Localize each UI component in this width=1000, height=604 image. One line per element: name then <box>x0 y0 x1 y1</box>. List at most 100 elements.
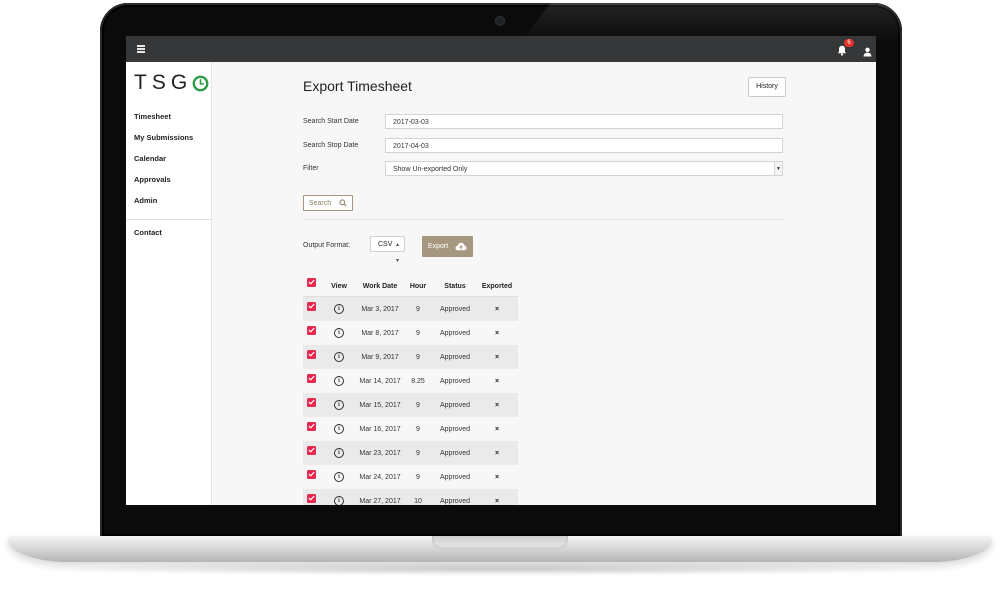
table-row: i Mar 27, 2017 10 Approved × <box>303 489 518 505</box>
row-hour: 9 <box>416 473 420 481</box>
row-work-date: Mar 24, 2017 <box>359 473 401 481</box>
row-hour: 9 <box>416 425 420 433</box>
row-work-date: Mar 9, 2017 <box>361 353 399 361</box>
row-exported: × <box>479 393 515 417</box>
header-work-date: Work Date <box>362 282 398 290</box>
info-icon[interactable]: i <box>334 400 344 410</box>
row-checkbox[interactable] <box>307 349 316 359</box>
row-status: Approved <box>440 497 470 505</box>
cloud-upload-icon <box>455 242 467 250</box>
table-header: View Work Date Hour Status Exported <box>303 276 518 297</box>
table-row: i Mar 14, 2017 8.25 Approved × <box>303 369 518 393</box>
timesheet-table: View Work Date Hour Status Exported i Ma… <box>303 276 518 505</box>
info-icon[interactable]: i <box>334 352 344 362</box>
stop-date-input[interactable]: 2017-04-03 <box>385 138 783 153</box>
user-menu-button[interactable] <box>863 44 873 57</box>
filter-select[interactable]: Show Un-exported Only ▼ <box>385 161 783 176</box>
row-checkbox[interactable] <box>307 397 316 407</box>
info-icon[interactable]: i <box>334 424 344 434</box>
exported-x-mark: × <box>494 329 500 337</box>
start-date-input[interactable]: 2017-03-03 <box>385 114 783 129</box>
row-status: Approved <box>440 305 470 313</box>
row-checkbox[interactable] <box>307 493 316 503</box>
search-icon <box>339 199 347 207</box>
exported-x-mark: × <box>494 377 500 385</box>
checkmark-icon <box>308 375 315 381</box>
logo-text: TSG <box>134 71 193 94</box>
info-icon[interactable]: i <box>334 496 344 505</box>
checkmark-icon <box>308 399 315 405</box>
checkmark-icon <box>308 327 315 333</box>
row-hour: 8.25 <box>411 377 425 385</box>
select-all-checkbox[interactable] <box>307 277 316 287</box>
row-checkbox[interactable] <box>307 445 316 455</box>
exported-x-mark: × <box>494 353 500 361</box>
row-work-date: Mar 23, 2017 <box>359 449 401 457</box>
sidebar-item-timesheet[interactable]: Timesheet <box>126 106 211 127</box>
row-checkbox[interactable] <box>307 421 316 431</box>
search-button-label: Search <box>308 200 332 207</box>
top-bar: 6 <box>126 36 876 62</box>
row-work-date: Mar 15, 2017 <box>359 401 401 409</box>
sidebar-item-calendar[interactable]: Calendar <box>126 148 211 169</box>
row-view-cell: i <box>329 297 349 321</box>
sidebar-item-admin[interactable]: Admin <box>126 190 211 211</box>
row-checkbox[interactable] <box>307 301 316 311</box>
filter-selected-value: Show Un-exported Only <box>393 166 468 173</box>
row-status: Approved <box>440 329 470 337</box>
checkmark-icon <box>308 471 315 477</box>
row-exported: × <box>479 345 515 369</box>
table-row: i Mar 24, 2017 9 Approved × <box>303 465 518 489</box>
row-work-date: Mar 27, 2017 <box>359 497 401 505</box>
row-hour: 9 <box>416 305 420 313</box>
row-exported: × <box>479 321 515 345</box>
row-checkbox-cell <box>307 342 317 366</box>
row-view-cell: i <box>329 345 349 369</box>
exported-x-mark: × <box>494 497 500 505</box>
output-format-value: CSV <box>378 241 393 248</box>
info-icon[interactable]: i <box>334 472 344 482</box>
output-format-label: Output Format: <box>303 242 351 249</box>
row-checkbox[interactable] <box>307 373 316 383</box>
table-row: i Mar 16, 2017 9 Approved × <box>303 417 518 441</box>
checkmark-icon <box>308 447 315 453</box>
row-view-cell: i <box>329 321 349 345</box>
checkmark-icon <box>308 423 315 429</box>
sidebar-item-approvals[interactable]: Approvals <box>126 169 211 190</box>
filter-label: Filter <box>303 165 319 172</box>
laptop-shadow <box>30 562 970 576</box>
row-view-cell: i <box>329 489 349 505</box>
row-status: Approved <box>440 449 470 457</box>
sidebar-item-my-submissions[interactable]: My Submissions <box>126 127 211 148</box>
sidebar-item-contact[interactable]: Contact <box>134 228 162 237</box>
export-button[interactable]: Export <box>422 236 473 257</box>
output-format-select[interactable]: CSV ▲ ▼ <box>370 236 405 264</box>
history-button[interactable]: History <box>748 77 786 97</box>
header-hour: Hour <box>409 282 427 290</box>
row-checkbox[interactable] <box>307 325 316 335</box>
table-row: i Mar 15, 2017 9 Approved × <box>303 393 518 417</box>
sidebar: TSG Timesheet My Submissions Calendar Ap… <box>126 62 212 505</box>
row-exported: × <box>479 465 515 489</box>
chevron-down-icon: ▼ <box>774 162 782 175</box>
row-hour: 9 <box>416 401 420 409</box>
row-checkbox-cell <box>307 462 317 486</box>
select-all-cell <box>307 272 317 292</box>
sidebar-nav: Timesheet My Submissions Calendar Approv… <box>126 106 211 211</box>
row-checkbox-cell <box>307 414 317 438</box>
hamburger-menu-icon[interactable] <box>137 45 145 53</box>
search-button[interactable]: Search <box>303 195 353 211</box>
logo[interactable]: TSG <box>134 71 209 94</box>
info-icon[interactable]: i <box>334 376 344 386</box>
info-icon[interactable]: i <box>334 448 344 458</box>
row-checkbox-cell <box>307 486 317 505</box>
notifications-button[interactable]: 6 <box>837 39 854 56</box>
exported-x-mark: × <box>494 425 500 433</box>
row-hour: 9 <box>416 449 420 457</box>
export-button-label: Export <box>427 243 449 250</box>
app-screen: 6 TSG Timesheet My Submissions Calendar … <box>126 36 876 505</box>
info-icon[interactable]: i <box>334 304 344 314</box>
exported-x-mark: × <box>494 305 500 313</box>
info-icon[interactable]: i <box>334 328 344 338</box>
row-checkbox[interactable] <box>307 469 316 479</box>
